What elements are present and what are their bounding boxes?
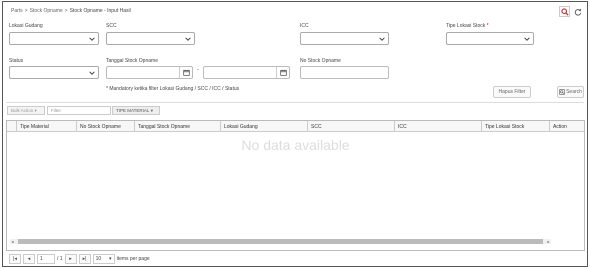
search-button[interactable]: Search <box>557 86 584 98</box>
search-icon <box>560 7 569 16</box>
lokasi-gudang-select[interactable] <box>9 32 99 45</box>
chevron-down-icon <box>185 37 191 41</box>
calendar-from-button[interactable] <box>179 67 192 78</box>
status-label: Status <box>9 58 24 64</box>
bulk-action-label: Bulk Action <box>11 108 34 113</box>
scc-select[interactable] <box>106 32 195 45</box>
tipe-material-label: TIPE MATERIAL <box>116 108 150 113</box>
column-no-stock-opname[interactable]: No Stock Opname <box>77 121 135 132</box>
chevron-down-icon <box>524 37 530 41</box>
last-page-icon: ▸| <box>82 255 87 262</box>
prev-page-icon: ◂ <box>27 255 31 262</box>
column-tanggal-stock-opname[interactable]: Tanggal Stock Opname <box>135 121 221 132</box>
calendar-icon <box>279 69 287 76</box>
column-scc[interactable]: SCC <box>308 121 395 132</box>
filter-placeholder: Filter <box>51 108 61 113</box>
horizontal-scrollbar[interactable]: ◂ ▸ <box>10 239 551 244</box>
hapus-filter-button[interactable]: Hapus Filter <box>493 86 531 98</box>
no-stock-opname-label: No Stock Opname <box>300 58 341 64</box>
date-range-dash: - <box>197 67 199 73</box>
chevron-down-icon <box>379 37 385 41</box>
last-page-button[interactable]: ▸| <box>78 253 91 264</box>
icc-label: ICC <box>300 23 309 29</box>
scroll-right-icon[interactable]: ▸ <box>546 239 551 244</box>
grid-checkbox-column[interactable] <box>7 121 17 132</box>
caret-icon: ▾ <box>33 107 37 113</box>
page-number-input[interactable]: 1 <box>37 253 55 264</box>
scc-label: SCC <box>106 23 117 29</box>
no-stock-opname-input[interactable] <box>300 66 389 79</box>
pager: |◂ ◂ 1 / 1 ▸ ▸| 10 ▾ items per page <box>9 253 150 264</box>
breadcrumb-item-stock-opname[interactable]: Stock Opname <box>30 8 63 14</box>
tipe-lokasi-stock-label-text: Tipe Lokasi Stock <box>446 23 486 29</box>
items-per-page-label: items per page <box>116 255 150 262</box>
refresh-icon <box>574 8 581 16</box>
next-page-icon: ▸ <box>69 255 72 262</box>
breadcrumb-item-current: Stock Opname - Input Hasil <box>69 8 131 14</box>
status-select[interactable] <box>9 66 99 79</box>
search-button-label: Search <box>566 89 582 95</box>
column-tipe-material[interactable]: Tipe Material <box>17 121 77 132</box>
calendar-to-button[interactable] <box>276 67 289 78</box>
tipe-lokasi-stock-label: Tipe Lokasi Stock * <box>446 23 489 29</box>
page-size-value: 10 <box>95 255 102 262</box>
next-page-button[interactable]: ▸ <box>64 253 77 264</box>
first-page-icon: |◂ <box>13 255 17 262</box>
column-action[interactable]: Action <box>550 121 586 132</box>
top-actions <box>559 6 583 17</box>
tanggal-to-input[interactable] <box>203 66 290 79</box>
caret-icon: ▾ <box>149 107 153 113</box>
scrollbar-thumb[interactable] <box>18 239 543 244</box>
prev-page-button[interactable]: ◂ <box>23 253 35 264</box>
filter-input[interactable]: Filter <box>47 106 111 115</box>
first-page-button[interactable]: |◂ <box>9 253 21 264</box>
bulk-action-dropdown[interactable]: Bulk Action ▾ <box>7 106 45 115</box>
column-lokasi-gudang[interactable]: Lokasi Gudang <box>221 121 308 132</box>
scroll-left-icon[interactable]: ◂ <box>10 239 15 244</box>
page-number-value: 1 <box>40 255 43 262</box>
breadcrumb-separator: > <box>24 8 28 14</box>
tanggal-from-input[interactable] <box>106 66 193 79</box>
breadcrumb-separator: > <box>64 8 68 14</box>
empty-message: No data available <box>241 137 350 153</box>
breadcrumb: Parts > Stock Opname > Stock Opname - In… <box>11 8 131 14</box>
grid-header: Tipe Material No Stock Opname Tanggal St… <box>7 121 584 132</box>
calendar-icon <box>182 69 190 76</box>
lokasi-gudang-label: Lokasi Gudang <box>9 23 43 29</box>
refresh-button[interactable] <box>572 6 583 17</box>
page-of-label: / 1 <box>57 255 63 262</box>
divider <box>6 102 584 103</box>
tipe-lokasi-stock-select[interactable] <box>446 32 534 45</box>
page-size-select[interactable]: 10 ▾ <box>92 253 115 264</box>
app-frame: Parts > Stock Opname > Stock Opname - In… <box>2 1 588 267</box>
chevron-down-icon <box>89 71 95 75</box>
tipe-material-dropdown[interactable]: TIPE MATERIAL ▾ <box>112 106 160 115</box>
column-tipe-lokasi-stock[interactable]: Tipe Lokasi Stock <box>482 121 550 132</box>
mandatory-note: * Mandatory ketika filter Lokasi Gudang … <box>106 86 240 92</box>
search-toggle-button[interactable] <box>559 6 570 17</box>
search-icon <box>559 89 565 95</box>
results-grid: Tipe Material No Stock Opname Tanggal St… <box>6 120 585 251</box>
breadcrumb-item-parts[interactable]: Parts <box>11 8 23 14</box>
chevron-down-icon <box>89 37 95 41</box>
tanggal-stock-opname-label: Tanggal Stock Opname <box>106 58 158 64</box>
icc-select[interactable] <box>300 32 389 45</box>
required-mark: * <box>486 23 489 29</box>
chevron-down-icon: ▾ <box>109 255 112 262</box>
column-icc[interactable]: ICC <box>395 121 482 132</box>
